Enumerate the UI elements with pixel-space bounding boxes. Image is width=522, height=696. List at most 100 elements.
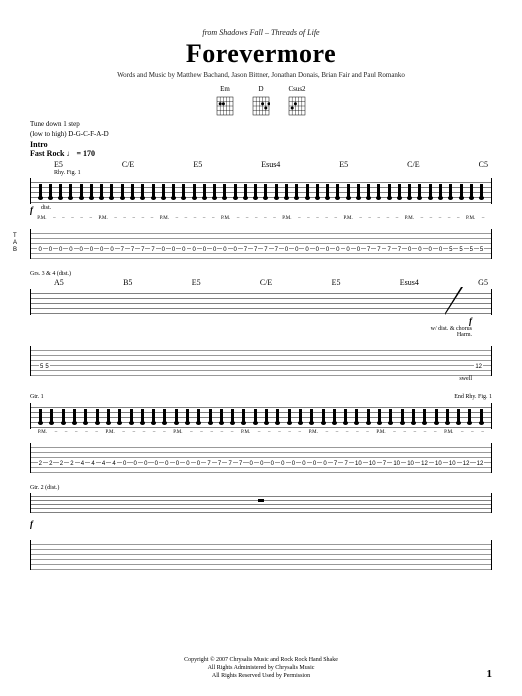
- tab-number: 0: [259, 461, 264, 467]
- tab-number: 0: [284, 247, 289, 253]
- chord-diagram-d: D: [252, 85, 270, 116]
- note-icon: [264, 184, 267, 198]
- note-icon: [182, 184, 185, 198]
- note-icon: [110, 184, 113, 198]
- tab-number: 10: [392, 461, 401, 467]
- chord-grid-icon: [216, 94, 234, 116]
- tab-number: 7: [386, 247, 391, 253]
- note-icon: [468, 409, 471, 423]
- tab-number: 0: [312, 461, 317, 467]
- note-icon: [131, 184, 134, 198]
- system-1: E5 C/E E5 Esus4 E5 C/E C5 Rhy. Fig. 1 f …: [30, 160, 492, 259]
- note-icon: [141, 409, 144, 423]
- chord-row: A5 B5 E5 C/E E5 Esus4 G5: [30, 278, 492, 287]
- note-icon: [121, 184, 124, 198]
- note-icon: [470, 184, 473, 198]
- tab-number: 5: [469, 247, 474, 253]
- tab-number: 0: [325, 247, 330, 253]
- pm-marking: –: [153, 430, 156, 435]
- part-label: Grs. 3 & 4 (dist.): [30, 271, 492, 277]
- pm-marking: –: [255, 216, 258, 221]
- tab-number: 0: [143, 461, 148, 467]
- note-icon: [50, 409, 53, 423]
- note-icon: [367, 184, 370, 198]
- notation-staff: [30, 403, 492, 429]
- pm-marking: –: [288, 430, 291, 435]
- note-icon: [80, 184, 83, 198]
- tab-number: 0: [315, 247, 320, 253]
- chord-diagram-csus2: Csus2: [288, 85, 306, 116]
- note-icon: [333, 409, 336, 423]
- rest-icon: [258, 499, 264, 502]
- tuning-info: Tune down 1 step (low to high) D-G-C-F-A…: [30, 120, 492, 138]
- pm-marking: –: [123, 216, 126, 221]
- palm-mute-row: P.M.–––––P.M.–––––P.M.–––––P.M.–––––P.M.…: [30, 216, 492, 221]
- pm-marking: –: [212, 216, 215, 221]
- tab-number: 0: [58, 247, 63, 253]
- tab-number: 0: [164, 461, 169, 467]
- note-icon: [254, 184, 257, 198]
- note-icon: [152, 409, 155, 423]
- pm-marking: –: [393, 430, 396, 435]
- tab-number: 0: [304, 247, 309, 253]
- pm-marking: –: [258, 430, 261, 435]
- tab-number: 0: [37, 247, 42, 253]
- tab-number: 4: [80, 461, 85, 467]
- pm-marking: –: [461, 430, 464, 435]
- tab-number: 7: [227, 461, 232, 467]
- pm-marking: –: [163, 430, 166, 435]
- tab-number: 7: [217, 461, 222, 467]
- note-icon: [130, 409, 133, 423]
- chord-grid-icon: [288, 94, 306, 116]
- pm-marking: –: [378, 216, 381, 221]
- tab-number: 7: [140, 247, 145, 253]
- pm-marking: P.M.: [173, 430, 182, 435]
- chord-diagrams: Em D: [30, 85, 492, 116]
- note-icon: [480, 184, 483, 198]
- note-icon: [244, 184, 247, 198]
- pm-marking: –: [264, 216, 267, 221]
- note-icon: [429, 184, 432, 198]
- tab-number: 0: [301, 461, 306, 467]
- pm-marking: P.M.: [466, 216, 475, 221]
- pm-marking: –: [424, 430, 427, 435]
- pm-marking: –: [237, 216, 240, 221]
- note-icon: [39, 409, 42, 423]
- pm-marking: P.M.: [344, 216, 353, 221]
- tab-staff: TAB 000000007777000000007777000000007777…: [30, 229, 492, 259]
- tab-number: 0: [122, 461, 127, 467]
- note-icon: [310, 409, 313, 423]
- pm-marking: P.M.: [282, 216, 291, 221]
- note-icon: [118, 409, 121, 423]
- tab-number: 0: [335, 247, 340, 253]
- pm-marking: –: [194, 216, 197, 221]
- pm-marking: P.M.: [444, 430, 453, 435]
- pm-marking: –: [434, 430, 437, 435]
- tab-staff: [30, 540, 492, 570]
- tab-number: 4: [111, 461, 116, 467]
- pm-marking: –: [203, 216, 206, 221]
- pm-marking: –: [325, 216, 328, 221]
- note-icon: [295, 184, 298, 198]
- notation-staff: [30, 493, 492, 513]
- pm-marking: –: [268, 430, 271, 435]
- note-icon: [96, 409, 99, 423]
- pm-marking: –: [326, 430, 329, 435]
- tab-number: 0: [291, 461, 296, 467]
- pm-marking: –: [482, 216, 485, 221]
- tab-number: 0: [196, 461, 201, 467]
- note-icon: [449, 184, 452, 198]
- tab-number: 0: [185, 461, 190, 467]
- tab-number: 7: [397, 247, 402, 253]
- tab-number: 0: [345, 247, 350, 253]
- dynamic-marking: f: [30, 519, 33, 529]
- dynamic-marking: f: [30, 205, 33, 215]
- end-rhy-fig: End Rhy. Fig. 1: [454, 394, 492, 401]
- technique-label: dist.: [41, 205, 51, 215]
- tab-number: 0: [79, 247, 84, 253]
- pm-marking: –: [190, 430, 193, 435]
- pm-marking: –: [176, 216, 179, 221]
- swell-label: swell: [459, 376, 472, 382]
- tab-number: 2: [38, 461, 43, 467]
- note-icon: [388, 184, 391, 198]
